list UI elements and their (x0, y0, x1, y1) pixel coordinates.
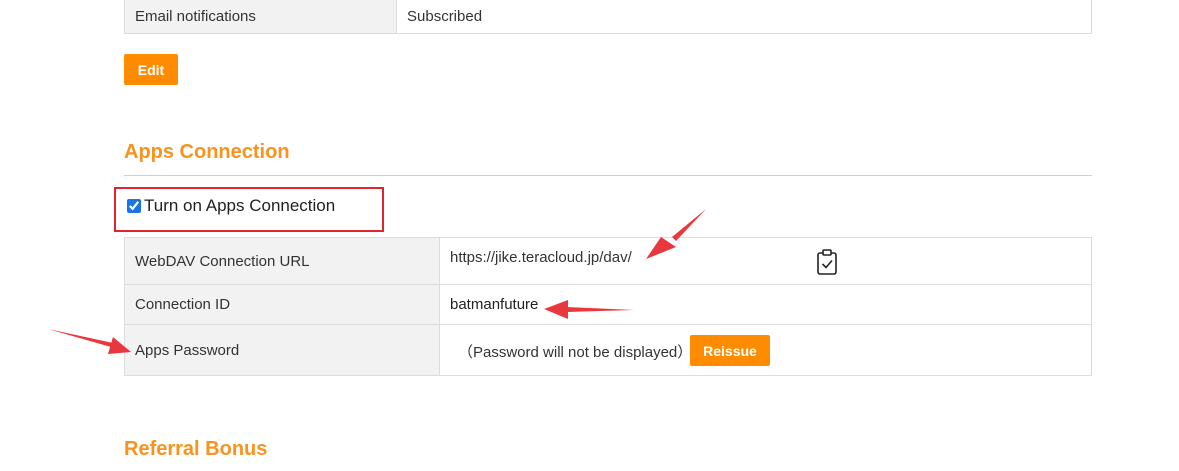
table-row: Connection ID batmanfuture (124, 284, 1092, 325)
apps-password-value-cell: （Password will not be displayed） Reissue (439, 324, 1092, 376)
email-notifications-value: Subscribed (407, 7, 483, 25)
table-row: Apps Password （Password will not be disp… (124, 324, 1092, 376)
email-notifications-value-cell: Subscribed (396, 0, 1092, 34)
connection-id-label-cell: Connection ID (124, 284, 440, 325)
account-settings-table: Email notifications Subscribed (124, 0, 1092, 34)
connection-id-label: Connection ID (135, 296, 231, 313)
referral-bonus-title: Referral Bonus (124, 438, 268, 460)
apps-password-label: Apps Password (135, 341, 240, 359)
apps-connection-checkbox[interactable] (127, 199, 141, 213)
webdav-url[interactable]: https://jike.teracloud.jp/dav/ (450, 249, 632, 266)
apps-connection-checkbox-label[interactable]: Turn on Apps Connection (144, 196, 335, 216)
apps-connection-title: Apps Connection (124, 141, 290, 163)
apps-password-note: （Password will not be displayed） (458, 344, 693, 361)
webdav-label-cell: WebDAV Connection URL (124, 237, 440, 285)
edit-button[interactable]: Edit (124, 54, 178, 85)
apps-connection-table: WebDAV Connection URL https://jike.terac… (124, 237, 1092, 376)
table-row: WebDAV Connection URL https://jike.terac… (124, 237, 1092, 285)
reissue-button[interactable]: Reissue (690, 335, 770, 366)
email-notifications-label-cell: Email notifications (124, 0, 397, 34)
apps-password-label-cell: Apps Password (124, 324, 440, 376)
table-row: Email notifications Subscribed (124, 0, 1092, 34)
section-divider (124, 175, 1092, 176)
email-notifications-label: Email notifications (135, 7, 256, 25)
connection-id-value-cell: batmanfuture (439, 284, 1092, 325)
webdav-value-cell: https://jike.teracloud.jp/dav/ (439, 237, 1092, 285)
clipboard-check-icon[interactable] (816, 248, 838, 276)
webdav-label: WebDAV Connection URL (135, 252, 310, 270)
arrow-to-apps-password (48, 329, 131, 354)
connection-id-value: batmanfuture (450, 296, 539, 313)
